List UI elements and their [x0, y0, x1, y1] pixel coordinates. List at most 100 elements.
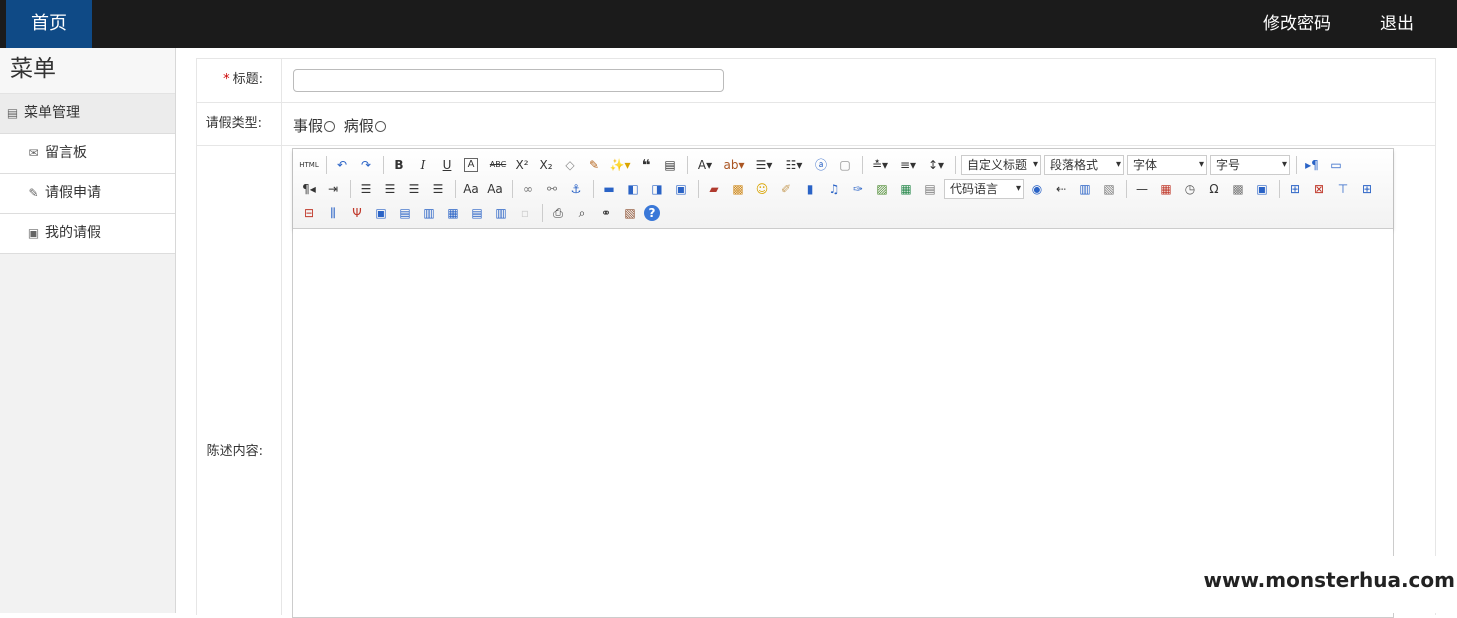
search-replace-icon[interactable]: ⚭: [596, 203, 616, 223]
merge-down-icon[interactable]: ▥: [419, 203, 439, 223]
page-break-icon[interactable]: ⇠: [1051, 179, 1071, 199]
strikethrough-icon[interactable]: ABC: [488, 155, 508, 175]
font-size-select[interactable]: 字号: [1210, 155, 1290, 175]
attachment-icon[interactable]: ✑: [848, 179, 868, 199]
align-right-icon[interactable]: ☰: [404, 179, 424, 199]
image-center-icon[interactable]: ▣: [671, 179, 691, 199]
subscript-icon[interactable]: X₂: [536, 155, 556, 175]
search-preview-icon[interactable]: ⌕: [572, 203, 592, 223]
unordered-list-icon[interactable]: ☷▾: [781, 155, 807, 175]
paste-plain-icon[interactable]: ▤: [660, 155, 680, 175]
merge-right-icon[interactable]: ▤: [395, 203, 415, 223]
split-to-cells-icon[interactable]: ▦: [443, 203, 463, 223]
preview-icon[interactable]: ▭: [1326, 155, 1346, 175]
bold-icon[interactable]: B: [389, 155, 409, 175]
select-all-icon[interactable]: ⓐ: [811, 155, 831, 175]
font-family-select[interactable]: 字体: [1127, 155, 1207, 175]
insert-row-icon[interactable]: ⊞: [1357, 179, 1377, 199]
required-mark: *: [223, 72, 230, 87]
font-border-icon[interactable]: A: [464, 158, 478, 172]
indent-icon[interactable]: ⇥: [323, 179, 343, 199]
source-html-icon[interactable]: HTML: [299, 155, 319, 175]
leave-option-sick-radio[interactable]: [374, 121, 386, 132]
horizontal-rule-icon[interactable]: —: [1132, 179, 1152, 199]
nav-logout[interactable]: 退出: [1380, 0, 1414, 48]
insert-table-icon[interactable]: ⊞: [1285, 179, 1305, 199]
insert-paragraph-before-table-icon[interactable]: ⊤: [1333, 179, 1353, 199]
auto-format-icon[interactable]: ✨▾: [608, 155, 632, 175]
superscript-icon[interactable]: X²: [512, 155, 532, 175]
eraser-icon[interactable]: ◇: [560, 155, 580, 175]
scrawl-icon[interactable]: ✐: [776, 179, 796, 199]
row-spacing-top-icon[interactable]: ≛▾: [868, 155, 892, 175]
blockquote-icon[interactable]: ❝: [636, 155, 656, 175]
sidebar-item-message-board[interactable]: ✉ 留言板: [0, 134, 175, 174]
nav-home[interactable]: 首页: [6, 0, 92, 48]
delete-row-icon[interactable]: ⊟: [299, 203, 319, 223]
image-left-icon[interactable]: ◧: [623, 179, 643, 199]
toolbar-row-1: HTML ↶ ↷ B I U A ABC X² X₂ ◇ ✎ ✨▾ ❝ ▤ A▾…: [299, 153, 1393, 177]
rtl-direction-icon[interactable]: ¶◂: [299, 179, 319, 199]
image-right-icon[interactable]: ◨: [647, 179, 667, 199]
help-icon[interactable]: ?: [644, 205, 660, 221]
music-icon[interactable]: ♫: [824, 179, 844, 199]
unlink-icon[interactable]: ⚯: [542, 179, 562, 199]
ltr-direction-icon[interactable]: ▸¶: [1302, 155, 1322, 175]
merge-cells-icon[interactable]: ▣: [371, 203, 391, 223]
insert-col-icon[interactable]: ⫼: [323, 203, 343, 223]
custom-heading-select[interactable]: 自定义标题: [961, 155, 1041, 175]
background-icon[interactable]: ▧: [1099, 179, 1119, 199]
redo-icon[interactable]: ↷: [356, 155, 376, 175]
print-icon[interactable]: ⎙: [548, 203, 568, 223]
emotion-icon[interactable]: ☺: [752, 179, 772, 199]
undo-icon[interactable]: ↶: [332, 155, 352, 175]
charts-icon[interactable]: ▫: [515, 203, 535, 223]
line-height-icon[interactable]: ↕▾: [924, 155, 948, 175]
uppercase-icon[interactable]: Aa: [461, 179, 481, 199]
sidebar-item-my-leave[interactable]: ▣ 我的请假: [0, 214, 175, 254]
word-image-icon[interactable]: ▣: [1252, 179, 1272, 199]
sidebar-item-label: 留言板: [45, 145, 87, 161]
italic-icon[interactable]: I: [413, 155, 433, 175]
align-center-icon[interactable]: ☰: [380, 179, 400, 199]
time-icon[interactable]: ◷: [1180, 179, 1200, 199]
paragraph-format-select[interactable]: 段落格式: [1044, 155, 1124, 175]
insert-frame-icon[interactable]: ▨: [872, 179, 892, 199]
format-brush-icon[interactable]: ✎: [584, 155, 604, 175]
date-icon[interactable]: ▦: [1156, 179, 1176, 199]
code-language-select[interactable]: 代码语言: [944, 179, 1024, 199]
title-input[interactable]: [293, 69, 724, 92]
leave-option-personal-radio[interactable]: [324, 121, 336, 132]
clear-doc-icon[interactable]: ▢: [835, 155, 855, 175]
insert-image-icon[interactable]: ▩: [728, 179, 748, 199]
background-color-icon[interactable]: ab▾: [721, 155, 747, 175]
nav-change-password[interactable]: 修改密码: [1263, 0, 1331, 48]
lowercase-icon[interactable]: Aa: [485, 179, 505, 199]
link-icon[interactable]: ∞: [518, 179, 538, 199]
delete-table-icon[interactable]: ⊠: [1309, 179, 1329, 199]
anchor-icon[interactable]: ⚓: [566, 179, 586, 199]
underline-icon[interactable]: U: [437, 155, 457, 175]
align-left-icon[interactable]: ☰: [356, 179, 376, 199]
special-chars-icon[interactable]: Ω: [1204, 179, 1224, 199]
delete-col-icon[interactable]: Ψ: [347, 203, 367, 223]
simple-upload-icon[interactable]: ▰: [704, 179, 724, 199]
insert-code-icon[interactable]: ▤: [920, 179, 940, 199]
image-none-icon[interactable]: ▬: [599, 179, 619, 199]
template-icon[interactable]: ▥: [1075, 179, 1095, 199]
web-app-icon[interactable]: ◉: [1027, 179, 1047, 199]
draft-icon[interactable]: ▧: [620, 203, 640, 223]
insert-video-icon[interactable]: ▮: [800, 179, 820, 199]
ordered-list-icon[interactable]: ☰▾: [751, 155, 777, 175]
snap-screen-icon[interactable]: ▩: [1228, 179, 1248, 199]
row-spacing-bottom-icon[interactable]: ≡▾: [896, 155, 920, 175]
map-icon[interactable]: ▦: [896, 179, 916, 199]
split-to-cols-icon[interactable]: ▥: [491, 203, 511, 223]
leave-type-options: 事假 病假: [293, 115, 390, 136]
editor-toolbar: HTML ↶ ↷ B I U A ABC X² X₂ ◇ ✎ ✨▾ ❝ ▤ A▾…: [293, 149, 1393, 229]
align-justify-icon[interactable]: ☰: [428, 179, 448, 199]
split-to-rows-icon[interactable]: ▤: [467, 203, 487, 223]
sidebar-group-menu-management[interactable]: ▤ 菜单管理: [0, 94, 175, 134]
font-color-icon[interactable]: A▾: [693, 155, 717, 175]
sidebar-item-leave-apply[interactable]: ✎ 请假申请: [0, 174, 175, 214]
